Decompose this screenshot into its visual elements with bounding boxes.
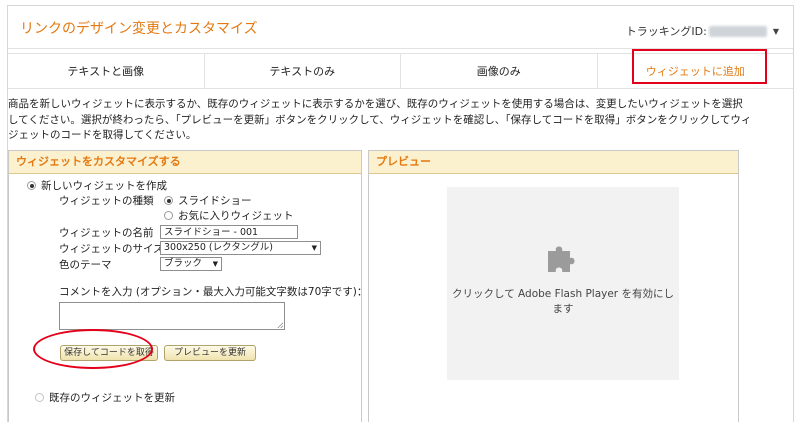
comment-textarea[interactable] <box>59 302 285 330</box>
tab-text-and-image[interactable]: テキストと画像 <box>8 54 205 88</box>
resize-handle-icon[interactable] <box>277 322 283 328</box>
existing-widget-option[interactable]: 既存のウィジェットを更新 <box>35 390 175 405</box>
slideshow-radio[interactable] <box>164 196 173 205</box>
widget-type-label: ウィジェットの種類 <box>59 195 154 207</box>
highlight-oval <box>33 329 153 369</box>
favorites-radio[interactable] <box>164 211 173 220</box>
update-preview-button[interactable]: プレビューを更新 <box>164 345 256 361</box>
tracking-id-dropdown[interactable]: トラッキングID: ▼ <box>626 23 779 39</box>
slideshow-label: スライドショー <box>178 195 252 207</box>
page-header: リンクのデザイン変更とカスタマイズ トラッキングID: ▼ <box>8 6 793 49</box>
highlight-rectangle <box>632 49 767 84</box>
preview-panel-title: プレビュー <box>369 151 738 174</box>
widget-name-input[interactable]: スライドショー - 001 <box>160 225 298 239</box>
widget-size-label: ウィジェットのサイズ <box>59 243 164 255</box>
chevron-down-icon: ▼ <box>772 26 779 36</box>
flash-placeholder[interactable]: クリックして Adobe Flash Player を有効にします <box>447 187 679 380</box>
widget-size-select[interactable]: 300x250 (レクタングル) ▼ <box>160 241 321 255</box>
new-widget-radio[interactable] <box>27 181 36 190</box>
description-text: 商品を新しいウィジェットに表示するか、既存のウィジェットに表示するかを選び、既存… <box>8 98 752 141</box>
widget-size-value: 300x250 (レクタングル) <box>164 242 273 253</box>
widget-name-label: ウィジェットの名前 <box>59 227 154 239</box>
existing-widget-radio[interactable] <box>35 393 44 402</box>
tab-image-only[interactable]: 画像のみ <box>401 54 598 88</box>
customize-panel: ウィジェットをカスタマイズする 新しいウィジェットを作成 ウィジェットの種類 ス… <box>8 150 367 422</box>
new-widget-option[interactable]: 新しいウィジェットを作成 <box>27 178 167 193</box>
color-theme-value: ブラック <box>164 258 203 269</box>
tracking-id-redacted <box>708 25 767 37</box>
dropdown-arrow-icon: ▼ <box>311 244 317 252</box>
new-widget-label: 新しいウィジェットを作成 <box>41 180 167 192</box>
puzzle-plugin-icon <box>548 246 575 272</box>
dropdown-arrow-icon: ▼ <box>212 260 218 268</box>
type-option-favorites[interactable]: お気に入りウィジェット <box>164 208 294 223</box>
preview-panel: プレビュー クリックして Adobe Flash Player を有効にします <box>368 150 739 422</box>
tab-text-only[interactable]: テキストのみ <box>205 54 401 88</box>
type-option-slideshow[interactable]: スライドショー <box>164 193 252 208</box>
customize-form: 新しいウィジェットを作成 ウィジェットの種類 スライドショー お気に入りウィジェ… <box>9 174 367 422</box>
color-theme-select[interactable]: ブラック ▼ <box>160 257 222 271</box>
existing-widget-label: 既存のウィジェットを更新 <box>49 392 175 404</box>
customize-panel-title: ウィジェットをカスタマイズする <box>9 151 361 174</box>
color-theme-label: 色のテーマ <box>59 259 112 271</box>
page-title: リンクのデザイン変更とカスタマイズ <box>20 21 258 37</box>
favorites-label: お気に入りウィジェット <box>178 210 294 222</box>
flash-message: クリックして Adobe Flash Player を有効にします <box>452 288 674 315</box>
tracking-id-label: トラッキングID: <box>625 25 707 38</box>
comment-label: コメントを入力 (オプション・最大入力可能文字数は70字です)： <box>59 286 368 298</box>
